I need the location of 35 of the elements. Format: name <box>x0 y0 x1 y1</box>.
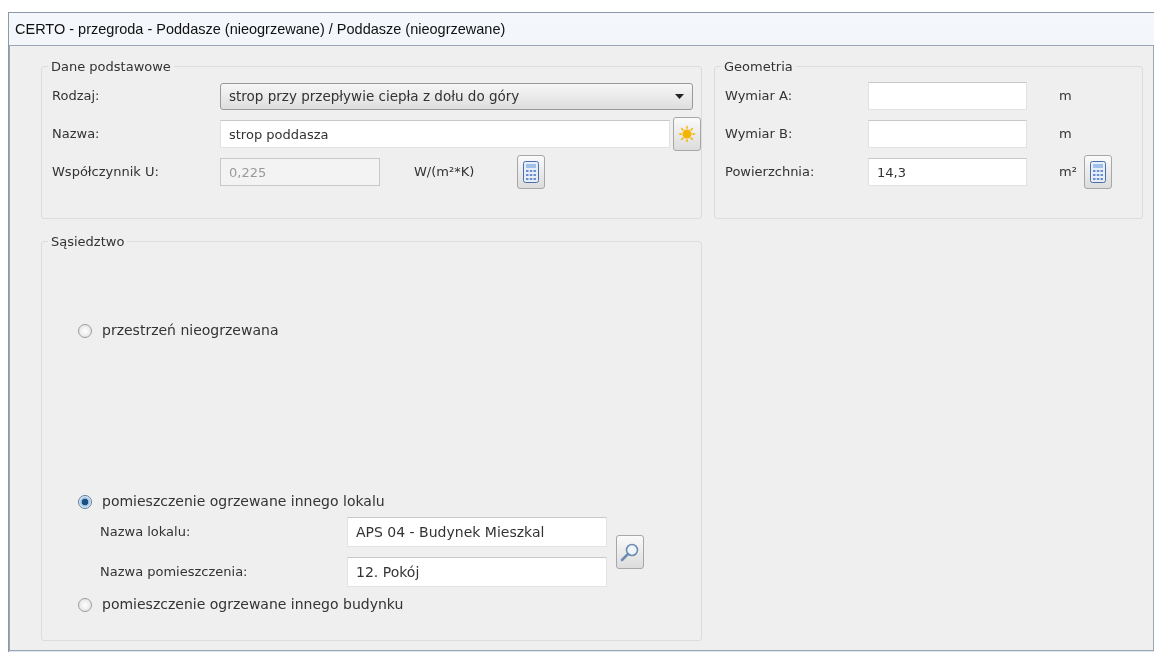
dimension-input[interactable]: 14,3 <box>868 158 1027 186</box>
dimension-input[interactable] <box>868 120 1027 148</box>
radio-button[interactable] <box>78 597 92 612</box>
calculator-icon <box>1090 161 1106 183</box>
dimension-input[interactable] <box>868 82 1027 110</box>
sun-icon <box>678 125 696 143</box>
unit-label: m <box>1059 87 1073 106</box>
radio-button[interactable] <box>78 494 92 509</box>
field-label: Rodzaj: <box>52 87 101 106</box>
calculator-button[interactable] <box>1084 155 1112 189</box>
text-input[interactable]: APS 04 - Budynek Mieszkal <box>347 517 607 547</box>
field-label: Powierzchnia: <box>725 163 816 182</box>
text-input[interactable]: 12. Pokój <box>347 557 607 587</box>
sun-button[interactable] <box>673 117 701 151</box>
unit-label: m <box>1059 125 1073 144</box>
option-label: pomieszczenie ogrzewane innego budynku <box>102 595 404 614</box>
window-title: CERTO - przegroda - Poddasze (nieogrzewane) / Poddasze (nieogrzewane) <box>14 20 507 39</box>
field-label: Współczynnik U: <box>52 163 160 182</box>
radio-button[interactable] <box>78 323 92 338</box>
field-label: Nazwa: <box>52 125 101 144</box>
field-label: Wymiar B: <box>725 125 794 144</box>
option-label: pomieszczenie ogrzewane innego lokalu <box>102 492 385 511</box>
search-icon <box>620 542 640 562</box>
calculator-button[interactable] <box>517 155 545 189</box>
option-label: przestrzeń nieogrzewana <box>102 321 279 340</box>
search-button[interactable] <box>616 535 644 569</box>
unit-label: W/(m²*K) <box>414 163 476 182</box>
name-input[interactable]: strop poddasza <box>220 120 670 148</box>
caret-icon <box>675 93 684 99</box>
field-label: Wymiar A: <box>725 87 794 106</box>
field-label: Nazwa lokalu: <box>100 523 192 542</box>
type-dropdown[interactable]: strop przy przepływie ciepła z dołu do góry <box>220 82 693 110</box>
unit-label: m² <box>1059 163 1078 182</box>
calculator-icon <box>523 161 539 183</box>
field-label: Nazwa pomieszczenia: <box>100 563 249 582</box>
